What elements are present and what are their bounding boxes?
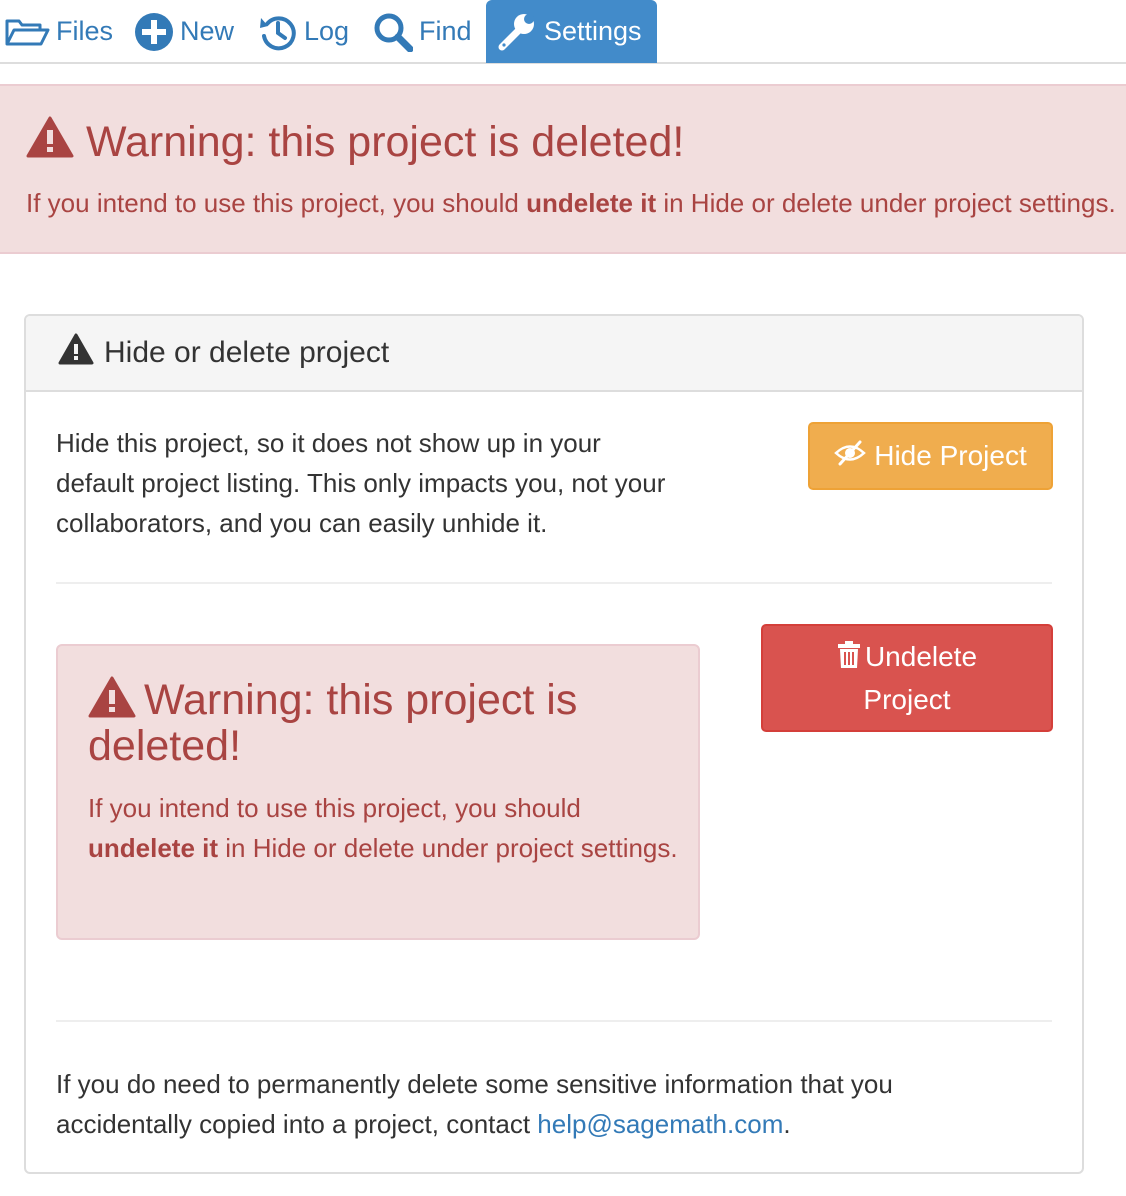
help-email-link[interactable]: help@sagemath.com [537,1109,783,1139]
warning-icon [58,333,104,373]
tab-files-label: Files [56,16,114,46]
banner-message-pre: If you intend to use this project, you s… [26,188,527,218]
hide-description: Hide this project, so it does not show u… [56,428,666,538]
divider [56,582,1052,584]
trash-icon [837,640,861,680]
panel-title: Hide or delete project [104,336,390,369]
tab-log[interactable]: Log [258,0,349,63]
eye-slash-icon [834,440,867,473]
plus-circle-icon [134,12,174,52]
divider [56,1020,1052,1022]
history-icon [258,12,298,52]
undelete-project-button[interactable]: Undelete Project [761,624,1053,732]
alert-message: If you intend to use this project, you s… [88,788,678,868]
permanent-delete-note: If you do need to permanently delete som… [56,1064,1016,1144]
hide-delete-panel: Hide or delete project Hide this project… [24,314,1084,1174]
banner-message-post: in Hide or delete under project settings… [656,188,1116,218]
banner-message: If you intend to use this project, you s… [26,188,1116,219]
tab-log-label: Log [304,16,350,46]
alert-message-bold: undelete it [88,833,219,863]
tab-settings[interactable]: Settings [486,0,657,63]
undelete-label: Undelete Project [863,640,978,715]
undelete-content: Undelete Project [827,637,987,720]
tab-find-label: Find [419,16,472,46]
tab-new[interactable]: New [134,0,234,63]
alert-message-pre: If you intend to use this project, you s… [88,793,581,823]
banner-title-text: Warning: this project is deleted! [86,118,685,166]
panel-header: Hide or delete project [26,316,1082,392]
banner-title: Warning: this project is deleted! [26,116,684,169]
tab-find[interactable]: Find [373,0,472,63]
alert-title: Warning: this project is deleted! [88,676,678,769]
hide-project-button[interactable]: Hide Project [808,422,1053,490]
tab-files[interactable]: Files [4,0,113,63]
warning-icon [26,116,86,169]
wrench-icon [496,11,538,53]
top-nav: Files New Log Find Settings [0,0,1126,64]
deleted-warning-alert: Warning: this project is deleted! If you… [56,644,700,940]
folder-open-icon [4,17,50,47]
footer-end: . [783,1109,791,1139]
deleted-warning-banner: Warning: this project is deleted! If you… [0,84,1126,254]
search-icon [373,12,413,52]
alert-title-text: Warning: this project is deleted! [88,676,578,770]
banner-message-bold: undelete it [526,188,657,218]
alert-message-post: in Hide or delete under project settings… [218,833,678,863]
tab-settings-label: Settings [544,16,642,46]
tab-new-label: New [180,16,235,46]
warning-icon [88,676,144,724]
hide-project-label: Hide Project [874,440,1027,471]
